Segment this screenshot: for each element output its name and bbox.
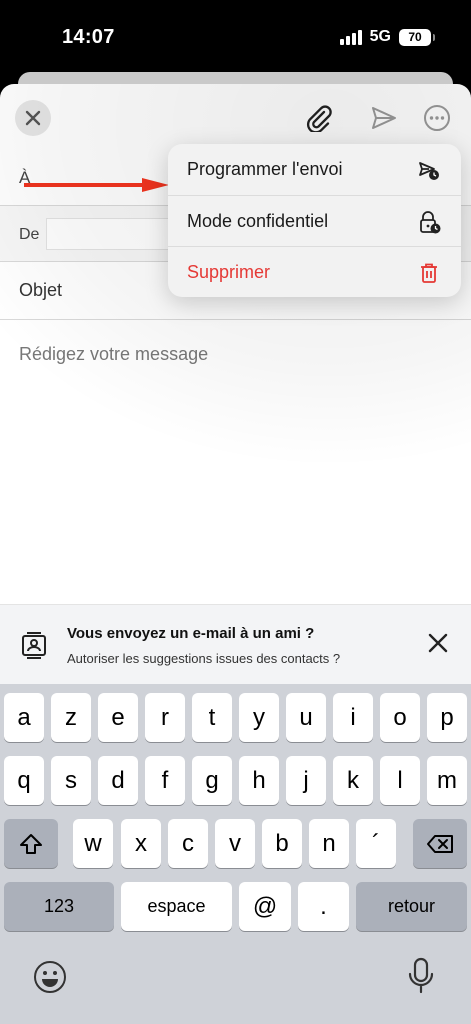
suggestion-title: Vous envoyez un e-mail à un ami ?: [67, 625, 315, 642]
menu-item-confidential-mode[interactable]: Mode confidentiel: [168, 195, 461, 246]
key-t[interactable]: t: [192, 693, 232, 742]
send-icon[interactable]: [370, 104, 398, 132]
key-a[interactable]: a: [4, 693, 44, 742]
shift-key[interactable]: [4, 819, 58, 868]
key-f[interactable]: f: [145, 756, 185, 805]
from-selector[interactable]: [46, 218, 176, 250]
trash-icon: [421, 263, 437, 283]
return-key[interactable]: retour: [356, 882, 467, 931]
key-k[interactable]: k: [333, 756, 373, 805]
attach-icon[interactable]: [304, 104, 334, 132]
more-options-menu: Programmer l'envoi Mode confidentiel Sup…: [168, 144, 461, 297]
key-m[interactable]: m: [427, 756, 467, 805]
status-indicators: 5G 70: [339, 28, 435, 46]
key-s[interactable]: s: [51, 756, 91, 805]
key-q[interactable]: q: [4, 756, 44, 805]
status-time: 14:07: [62, 26, 115, 48]
key-accent[interactable]: ´: [356, 819, 396, 868]
menu-item-schedule-send[interactable]: Programmer l'envoi: [168, 144, 461, 195]
key-r[interactable]: r: [145, 693, 185, 742]
contacts-suggestion-bar: Vous envoyez un e-mail à un ami ? Autori…: [0, 604, 471, 684]
key-u[interactable]: u: [286, 693, 326, 742]
backspace-key[interactable]: [413, 819, 467, 868]
from-label: De: [19, 226, 40, 243]
key-p[interactable]: p: [427, 693, 467, 742]
key-o[interactable]: o: [380, 693, 420, 742]
key-b[interactable]: b: [262, 819, 302, 868]
key-x[interactable]: x: [121, 819, 161, 868]
emoji-icon[interactable]: [33, 960, 67, 994]
more-options-icon[interactable]: [423, 104, 451, 132]
space-key[interactable]: espace: [121, 882, 232, 931]
schedule-send-icon: [419, 162, 439, 180]
annotation-arrow: [24, 178, 169, 192]
key-n[interactable]: n: [309, 819, 349, 868]
key-i[interactable]: i: [333, 693, 373, 742]
key-l[interactable]: l: [380, 756, 420, 805]
key-h[interactable]: h: [239, 756, 279, 805]
close-icon[interactable]: [427, 632, 449, 654]
key-d[interactable]: d: [98, 756, 138, 805]
signal-icon: [339, 29, 362, 45]
lock-clock-icon: [420, 211, 441, 234]
key-j[interactable]: j: [286, 756, 326, 805]
key-c[interactable]: c: [168, 819, 208, 868]
dot-key[interactable]: .: [298, 882, 349, 931]
key-e[interactable]: e: [98, 693, 138, 742]
numbers-key[interactable]: 123: [4, 882, 114, 931]
menu-item-label: Mode confidentiel: [187, 211, 329, 231]
key-z[interactable]: z: [51, 693, 91, 742]
menu-item-label: Supprimer: [187, 262, 271, 282]
close-icon: [25, 110, 41, 126]
close-button[interactable]: [15, 100, 51, 136]
menu-item-delete[interactable]: Supprimer: [168, 246, 461, 297]
backspace-icon: [427, 834, 453, 853]
subject-label: Objet: [19, 280, 63, 300]
suggestion-subtitle[interactable]: Autoriser les suggestions issues des con…: [67, 651, 340, 666]
key-g[interactable]: g: [192, 756, 232, 805]
network-label: 5G: [369, 28, 391, 45]
shift-icon: [20, 833, 42, 854]
battery-icon: 70: [399, 28, 435, 46]
key-w[interactable]: w: [73, 819, 113, 868]
contacts-icon: [22, 632, 46, 659]
key-v[interactable]: v: [215, 819, 255, 868]
at-key[interactable]: @: [239, 882, 291, 931]
message-body[interactable]: Rédigez votre message: [19, 344, 208, 365]
microphone-icon[interactable]: [407, 957, 435, 995]
status-bar: 14:07 5G 70: [0, 0, 471, 72]
keyboard: a z e r t y u i o p q s d f g h j k l m …: [0, 684, 471, 1024]
menu-item-label: Programmer l'envoi: [187, 159, 343, 179]
key-y[interactable]: y: [239, 693, 279, 742]
